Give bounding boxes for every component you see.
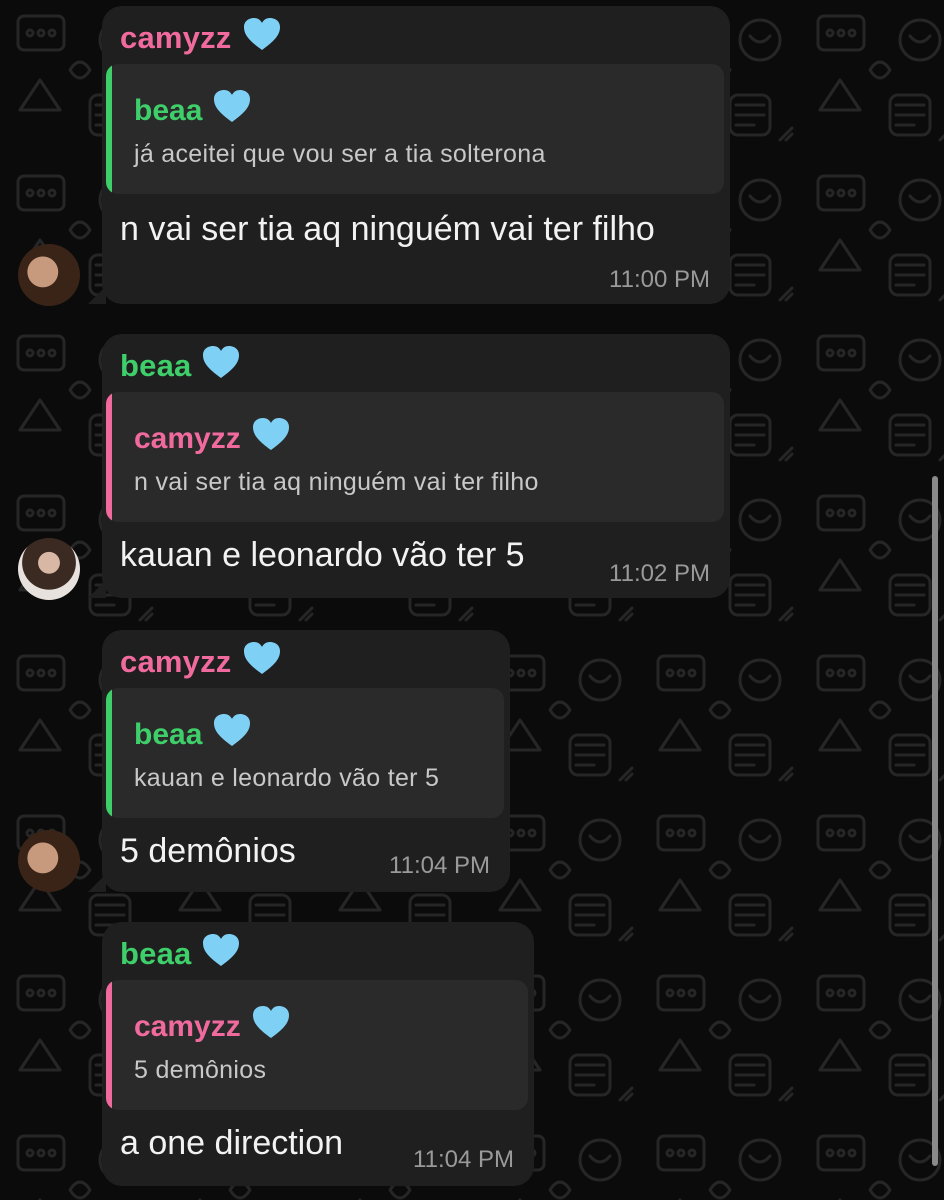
quote-sender-name: beaa xyxy=(134,88,252,128)
bubble-tail xyxy=(88,580,106,598)
quoted-message[interactable]: beaa kauan e leonardo vão ter 5 xyxy=(106,688,504,818)
message-text: 5 demônios xyxy=(120,832,296,870)
quoted-message[interactable]: beaa já aceitei que vou ser a tia solter… xyxy=(106,64,724,194)
bubble-tail xyxy=(88,286,106,304)
quote-sender-text: beaa xyxy=(134,94,203,127)
message-bubble-1[interactable]: camyzz beaa já aceitei que vou ser a tia… xyxy=(88,6,730,304)
scrollbar[interactable] xyxy=(932,476,938,1166)
message-time: 11:02 PM xyxy=(609,560,710,587)
quote-sender-text: camyzz xyxy=(134,422,241,455)
message-time: 11:00 PM xyxy=(609,266,710,293)
quote-text: 5 demônios xyxy=(134,1056,267,1084)
sender-name-text: camyzz xyxy=(120,644,232,679)
avatar-camyzz[interactable] xyxy=(18,830,80,892)
sender-name-text: camyzz xyxy=(120,20,232,55)
sender-name[interactable]: camyzz xyxy=(120,640,282,680)
quote-sender-name: camyzz xyxy=(134,416,291,456)
quote-accent-bar xyxy=(106,392,112,522)
avatar-beaa[interactable] xyxy=(18,538,80,600)
sender-name[interactable]: camyzz xyxy=(120,16,282,56)
message-bubble-2[interactable]: beaa camyzz n vai ser tia aq ninguém vai… xyxy=(88,334,730,598)
message-time: 11:04 PM xyxy=(389,852,490,879)
quoted-message[interactable]: camyzz 5 demônios xyxy=(106,980,528,1110)
blue-heart-icon xyxy=(203,934,240,966)
message-text: n vai ser tia aq ninguém vai ter filho xyxy=(120,210,655,248)
quote-text: kauan e leonardo vão ter 5 xyxy=(134,764,440,792)
quote-accent-bar xyxy=(106,64,112,194)
blue-heart-icon xyxy=(203,346,240,378)
quote-sender-text: camyzz xyxy=(134,1010,241,1043)
blue-heart-icon xyxy=(243,18,280,50)
message-text: kauan e leonardo vão ter 5 xyxy=(120,536,525,574)
blue-heart-icon xyxy=(214,90,251,122)
quote-sender-name: beaa xyxy=(134,712,252,752)
quote-text: já aceitei que vou ser a tia solterona xyxy=(134,140,546,168)
avatar-camyzz[interactable] xyxy=(18,244,80,306)
sender-name-text: beaa xyxy=(120,936,192,971)
message-bubble-3[interactable]: camyzz beaa kauan e leonardo vão ter 5 5… xyxy=(88,630,510,892)
blue-heart-icon xyxy=(243,642,280,674)
message-text: a one direction xyxy=(120,1124,344,1162)
sender-name[interactable]: beaa xyxy=(120,932,241,972)
quote-sender-name: camyzz xyxy=(134,1004,291,1044)
blue-heart-icon xyxy=(214,714,251,746)
quoted-message[interactable]: camyzz n vai ser tia aq ninguém vai ter … xyxy=(106,392,724,522)
message-bubble-4[interactable]: beaa camyzz 5 demônios a one direction 1… xyxy=(102,922,534,1186)
quote-text: n vai ser tia aq ninguém vai ter filho xyxy=(134,468,539,496)
quote-sender-text: beaa xyxy=(134,718,203,751)
sender-name-text: beaa xyxy=(120,348,192,383)
blue-heart-icon xyxy=(252,418,289,450)
quote-accent-bar xyxy=(106,688,112,818)
bubble-tail xyxy=(88,874,106,892)
blue-heart-icon xyxy=(252,1006,289,1038)
sender-name[interactable]: beaa xyxy=(120,344,241,384)
message-time: 11:04 PM xyxy=(413,1146,514,1173)
quote-accent-bar xyxy=(106,980,112,1110)
